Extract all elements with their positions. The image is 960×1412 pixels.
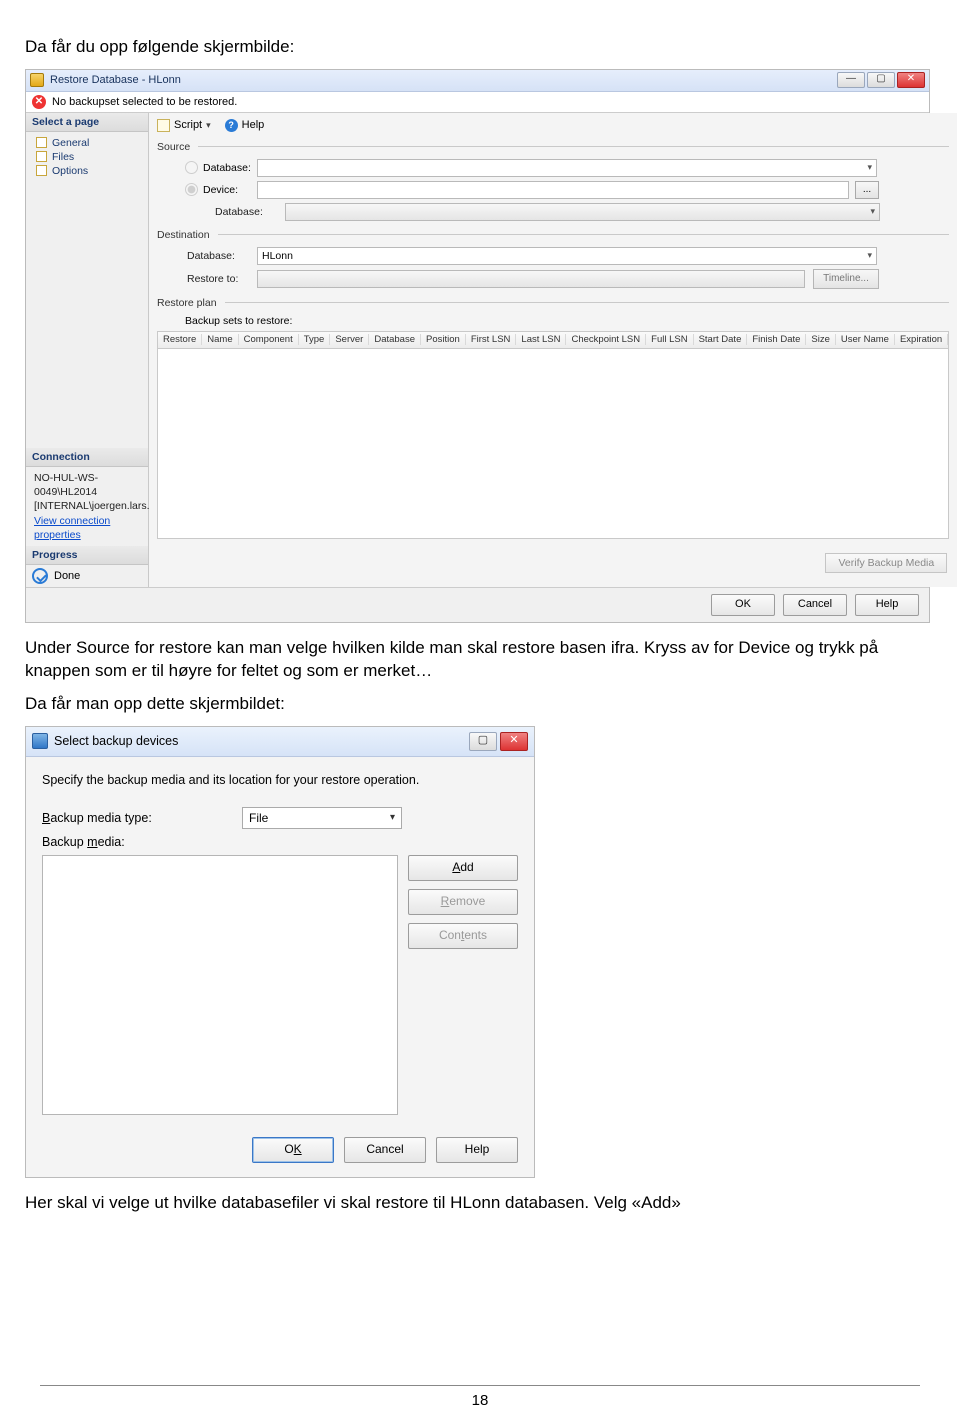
- dest-database-label: Database:: [157, 250, 257, 262]
- window-title: Restore Database - HLonn: [50, 74, 837, 86]
- backup-sets-table-header: Restore Name Component Type Server Datab…: [157, 331, 949, 349]
- page-footer: 18: [40, 1385, 920, 1409]
- add-button[interactable]: Add: [408, 855, 518, 881]
- close-button[interactable]: ✕: [897, 72, 925, 88]
- restore-database-window: Restore Database - HLonn — ▢ ✕ ✕ No back…: [25, 69, 930, 623]
- script-icon: [157, 119, 170, 132]
- help-button[interactable]: Help: [242, 119, 265, 131]
- ok-button[interactable]: OK: [711, 594, 775, 616]
- minimize-button[interactable]: —: [837, 72, 865, 88]
- database-icon: [30, 73, 44, 87]
- window-footer: OK Cancel Help: [26, 587, 929, 622]
- titlebar: Restore Database - HLonn — ▢ ✕: [26, 70, 929, 92]
- sidebar-item-options[interactable]: Options: [26, 164, 148, 178]
- help-button[interactable]: Help: [855, 594, 919, 616]
- dest-database-field[interactable]: HLonn: [257, 247, 877, 265]
- backup-media-type-label: Backup media type:: [42, 811, 242, 825]
- verify-backup-media-button[interactable]: Verify Backup Media: [825, 553, 947, 573]
- dialog-ok-button[interactable]: OK: [252, 1137, 334, 1163]
- source-db2-label: Database:: [157, 206, 257, 218]
- dialog-footer: OK Cancel Help: [26, 1125, 534, 1177]
- toolbar: Script ▾ ? Help: [157, 117, 949, 138]
- source-db2-field[interactable]: [285, 203, 880, 221]
- source-device-field[interactable]: [257, 181, 849, 199]
- sidebar-item-files[interactable]: Files: [26, 150, 148, 164]
- alert-bar: ✕ No backupset selected to be restored.: [26, 92, 929, 113]
- dialog-title: Select backup devices: [54, 734, 469, 748]
- source-database-radio[interactable]: Database:: [157, 161, 257, 174]
- progress-done-icon: [32, 568, 48, 584]
- dialog-icon: [32, 733, 48, 749]
- script-button[interactable]: Script: [174, 119, 202, 131]
- cancel-button[interactable]: Cancel: [783, 594, 847, 616]
- page-icon: [36, 137, 47, 148]
- dialog-description: Specify the backup media and its locatio…: [42, 773, 518, 787]
- backup-media-list[interactable]: [42, 855, 398, 1115]
- source-group: Source Database: Device: ... Database:: [157, 141, 949, 221]
- restore-plan-group: Restore plan Backup sets to restore: Res…: [157, 297, 949, 539]
- select-page-header: Select a page: [26, 113, 148, 132]
- dialog-help-button[interactable]: Help: [436, 1137, 518, 1163]
- dialog-maximize-button[interactable]: ▢: [469, 732, 497, 751]
- restore-to-label: Restore to:: [157, 273, 257, 285]
- chevron-down-icon[interactable]: ▾: [206, 120, 211, 131]
- dialog-cancel-button[interactable]: Cancel: [344, 1137, 426, 1163]
- view-connection-properties-link[interactable]: View connection properties: [34, 515, 110, 541]
- backup-media-type-select[interactable]: File: [242, 807, 402, 829]
- dialog-close-button[interactable]: ✕: [500, 732, 528, 751]
- sidebar-item-general[interactable]: General: [26, 136, 148, 150]
- error-icon: ✕: [32, 95, 46, 109]
- destination-group: Destination Database: HLonn Restore to: …: [157, 229, 949, 289]
- page-icon: [36, 165, 47, 176]
- progress-state: Done: [54, 570, 80, 582]
- select-backup-devices-dialog: Select backup devices ▢ ✕ Specify the ba…: [25, 726, 535, 1178]
- doc-para2: Da får man opp dette skjermbildet:: [25, 693, 920, 716]
- source-device-radio[interactable]: Device:: [157, 183, 257, 196]
- contents-button[interactable]: Contents: [408, 923, 518, 949]
- main-panel: Script ▾ ? Help Source Database: Device:: [149, 113, 957, 587]
- page-icon: [36, 151, 47, 162]
- doc-para3: Her skal vi velge ut hvilke databasefile…: [25, 1192, 920, 1215]
- connection-header: Connection: [26, 448, 148, 467]
- browse-device-button[interactable]: ...: [855, 181, 879, 199]
- dialog-titlebar: Select backup devices ▢ ✕: [26, 727, 534, 757]
- alert-text: No backupset selected to be restored.: [52, 96, 237, 108]
- backup-media-label: Backup media:: [42, 835, 242, 849]
- backup-sets-table-body: [157, 349, 949, 539]
- progress-row: Done: [26, 565, 148, 587]
- remove-button[interactable]: Remove: [408, 889, 518, 915]
- maximize-button[interactable]: ▢: [867, 72, 895, 88]
- connection-info: NO-HUL-WS-0049\HL2014 [INTERNAL\joergen.…: [26, 467, 148, 546]
- left-sidebar: Select a page General Files Options Conn…: [26, 113, 149, 587]
- restore-to-field: [257, 270, 805, 288]
- doc-intro: Da får du opp følgende skjermbilde:: [25, 36, 920, 59]
- doc-para1: Under Source for restore kan man velge h…: [25, 637, 920, 683]
- progress-header: Progress: [26, 546, 148, 565]
- source-database-field[interactable]: [257, 159, 877, 177]
- timeline-button[interactable]: Timeline...: [813, 269, 879, 289]
- backup-sets-label: Backup sets to restore:: [157, 315, 949, 331]
- page-number: 18: [472, 1392, 489, 1409]
- help-icon: ?: [225, 119, 238, 132]
